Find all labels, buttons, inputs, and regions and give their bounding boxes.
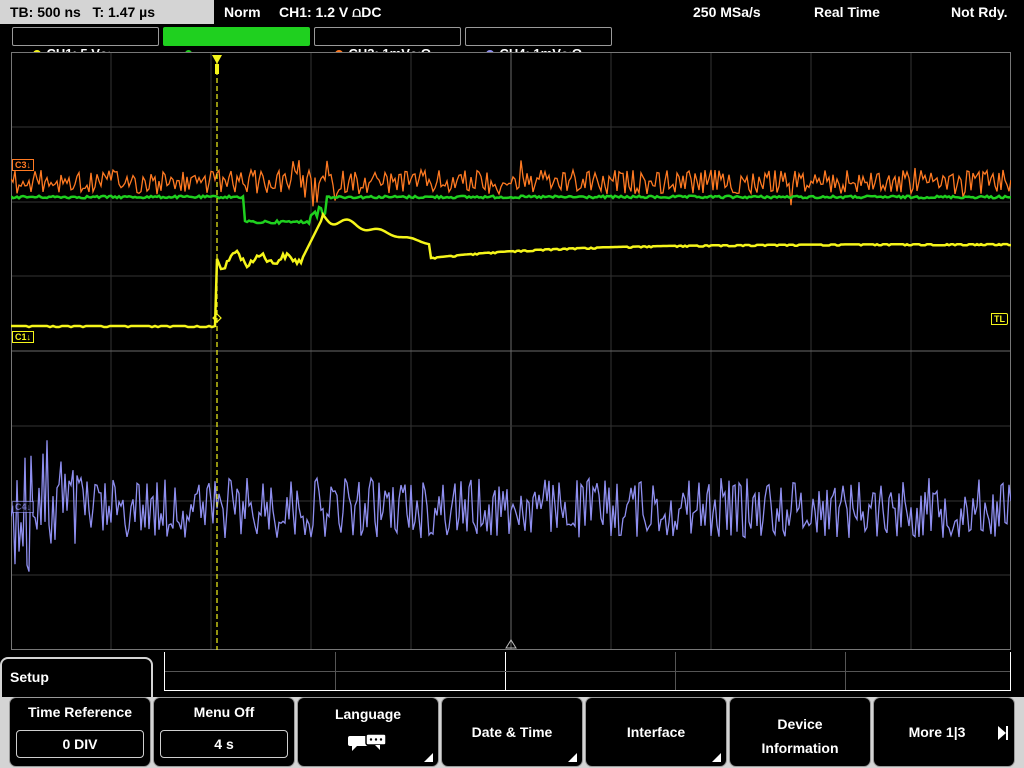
softkey-label-line1: Device bbox=[777, 716, 823, 732]
status-bar: TB: 500 ns T: 1.47 µs Norm CH1: 1.2 V ⩍D… bbox=[0, 0, 1024, 26]
channel-tab-ch1[interactable]: CH1: 5 V≃ bbox=[12, 27, 159, 61]
ch1-offset-marker[interactable]: C1↓ bbox=[12, 331, 35, 343]
next-page-icon bbox=[998, 726, 1008, 740]
speech-bubbles-icon bbox=[348, 733, 387, 751]
trigger-mode[interactable]: Norm bbox=[224, 0, 261, 24]
trigger-stem-icon bbox=[215, 64, 219, 74]
time-reference-button[interactable]: Time Reference 0 DIV bbox=[9, 697, 151, 767]
menu-off-button[interactable]: Menu Off 4 s bbox=[153, 697, 295, 767]
softkey-label: Time Reference bbox=[27, 704, 132, 720]
channel-tab-ch4[interactable]: CH4: 1mV≃Ω bbox=[465, 27, 612, 61]
acquisition-status: Not Rdy. bbox=[951, 4, 1008, 20]
waveform-display[interactable]: C3↓ C1↓ C4↓ TL bbox=[11, 52, 1011, 650]
softkey-label-line2: Information bbox=[761, 740, 839, 756]
submenu-indicator-icon bbox=[712, 753, 721, 762]
acquisition-mode: Real Time bbox=[814, 4, 880, 20]
softkey-label: Device Information bbox=[730, 712, 870, 760]
timebase-readout[interactable]: TB: 500 ns T: 1.47 µs bbox=[0, 0, 214, 24]
ch4-offset-marker[interactable]: C4↓ bbox=[12, 501, 35, 513]
submenu-indicator-icon bbox=[424, 753, 433, 762]
sample-rate: 250 MSa/s bbox=[693, 4, 761, 20]
softkey-bar: Time Reference 0 DIV Menu Off 4 s Langua… bbox=[0, 697, 1024, 768]
menu-title: Setup bbox=[0, 657, 153, 697]
softkey-label: Interface bbox=[626, 724, 686, 740]
channel-tab-ch2[interactable]: CH2: 20 mV≃Ω bbox=[163, 27, 310, 61]
language-button[interactable]: Language bbox=[297, 697, 439, 767]
submenu-indicator-icon bbox=[568, 753, 577, 762]
device-information-button[interactable]: Device Information bbox=[729, 697, 871, 767]
channel-tab-ch3[interactable]: CH3: 1mV≃Ω bbox=[314, 27, 461, 61]
ch3-offset-marker[interactable]: C3↓ bbox=[12, 159, 35, 171]
interface-button[interactable]: Interface bbox=[585, 697, 727, 767]
more-button[interactable]: More 1|3 bbox=[873, 697, 1015, 767]
menu-off-value[interactable]: 4 s bbox=[160, 730, 288, 758]
softkey-label: Language bbox=[334, 706, 402, 722]
softkey-label: Menu Off bbox=[193, 704, 255, 720]
info-grid-divider bbox=[165, 671, 1010, 672]
trigger-source[interactable]: CH1: 1.2 V ⩍DC bbox=[279, 0, 381, 24]
info-grid bbox=[164, 652, 1011, 691]
softkey-label: More 1|3 bbox=[908, 724, 966, 740]
channel-bar: CH1: 5 V≃ CH2: 20 mV≃Ω CH3: 1mV≃Ω CH4: 1… bbox=[0, 26, 1024, 61]
waveform-canvas[interactable] bbox=[11, 52, 1011, 650]
date-time-button[interactable]: Date & Time bbox=[441, 697, 583, 767]
trigger-level-marker[interactable]: TL bbox=[991, 313, 1008, 325]
softkey-label: Date & Time bbox=[471, 724, 553, 740]
time-reference-value[interactable]: 0 DIV bbox=[16, 730, 144, 758]
